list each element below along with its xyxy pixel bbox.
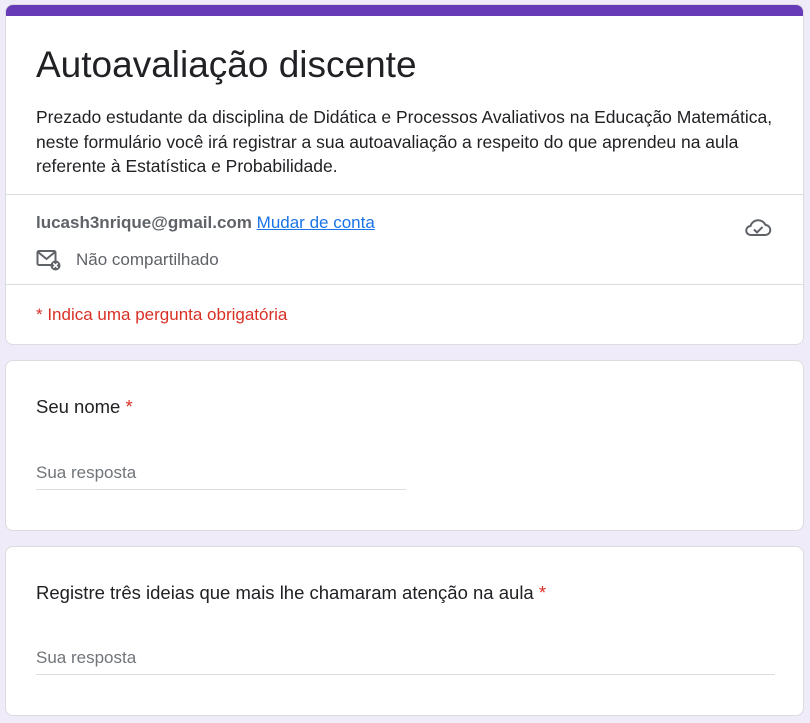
form-header-card: Autoavaliação discente Prezado estudante… [5, 4, 804, 345]
question-card: Seu nome * [5, 360, 804, 531]
not-shared-label: Não compartilhado [76, 250, 219, 269]
required-asterisk: * [538, 582, 547, 603]
account-email: lucash3nrique@gmail.com [36, 213, 252, 232]
question-title: Registre três ideias que mais lhe chamar… [36, 581, 546, 605]
cloud-check-icon [745, 219, 772, 236]
accent-bar [6, 5, 803, 16]
divider [6, 284, 803, 285]
form-description: Prezado estudante da disciplina de Didát… [36, 107, 773, 176]
ideas-answer-input[interactable] [36, 648, 775, 675]
not-shared-row: Não compartilhado [36, 248, 219, 272]
question-card: Registre três ideias que mais lhe chamar… [5, 546, 804, 716]
question-title: Seu nome * [36, 395, 133, 419]
required-asterisk: * [125, 396, 133, 417]
switch-account-link[interactable]: Mudar de conta [257, 213, 375, 232]
question-label: Seu nome [36, 396, 121, 417]
mail-not-shared-icon [36, 250, 61, 271]
question-label: Registre três ideias que mais lhe chamar… [36, 582, 534, 603]
name-answer-input[interactable] [36, 463, 406, 490]
account-row: lucash3nrique@gmail.com Mudar de conta [36, 212, 375, 234]
form-title: Autoavaliação discente [36, 44, 417, 85]
divider [6, 194, 803, 195]
required-note: * Indica uma pergunta obrigatória [36, 305, 288, 324]
